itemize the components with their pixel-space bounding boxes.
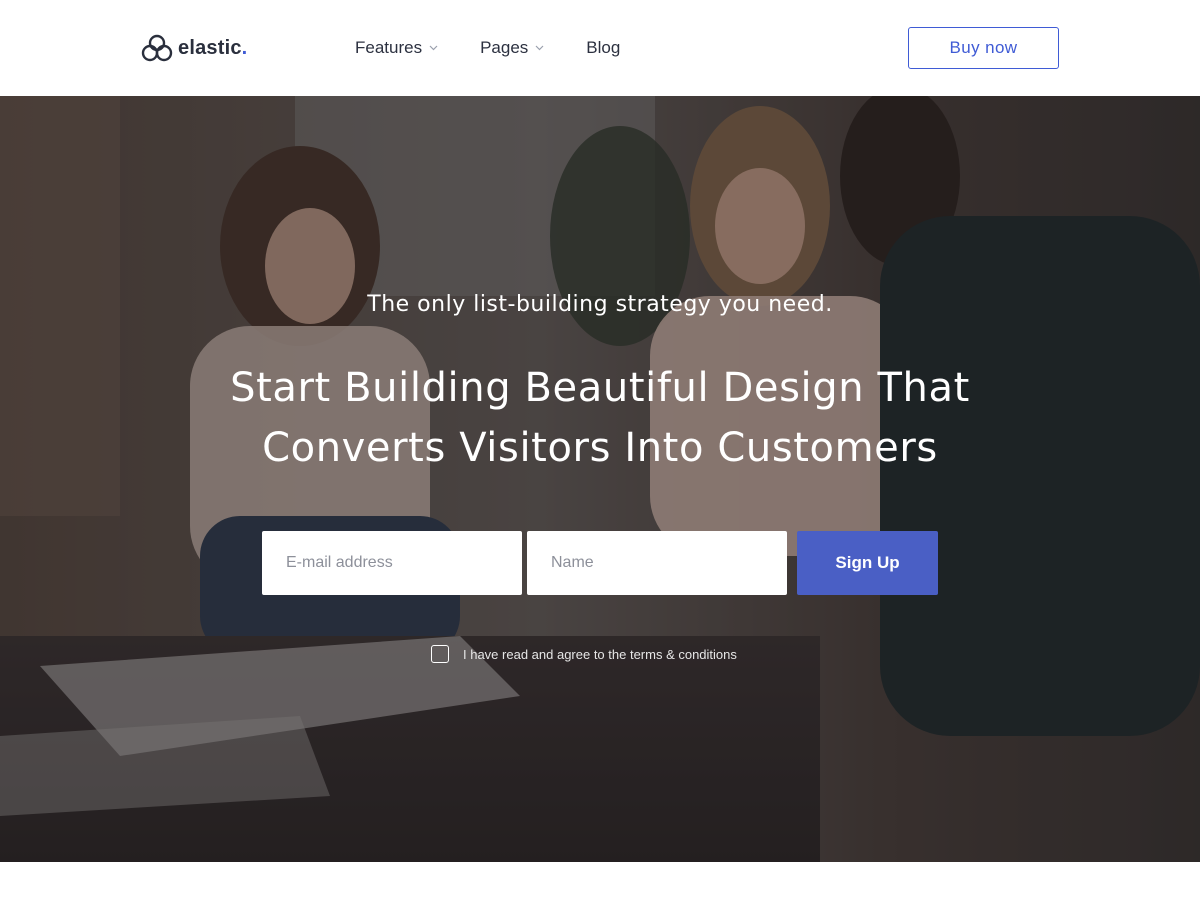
triple-ring-logo-icon xyxy=(141,34,173,62)
brand-logo[interactable]: elastic. xyxy=(141,33,247,63)
hero-dark-overlay xyxy=(0,96,1200,862)
hero-subtitle: The only list-building strategy you need… xyxy=(367,292,833,317)
sign-up-button[interactable]: Sign Up xyxy=(797,531,938,595)
name-input[interactable] xyxy=(527,531,787,595)
nav-item-blog[interactable]: Blog xyxy=(586,38,620,58)
brand-name: elastic. xyxy=(178,36,248,59)
brand-dot: . xyxy=(241,36,248,59)
site-header: elastic. Features Pages Blog Buy now xyxy=(0,0,1200,96)
terms-row: I have read and agree to the terms & con… xyxy=(431,645,737,663)
terms-label[interactable]: I have read and agree to the terms & con… xyxy=(463,647,737,662)
nav-item-label: Pages xyxy=(480,38,529,57)
hero-title-line-1: Start Building Beautiful Design That xyxy=(230,365,970,411)
email-input[interactable] xyxy=(262,531,522,595)
nav-item-pages[interactable]: Pages xyxy=(480,38,544,58)
main-nav: Features Pages Blog xyxy=(355,36,620,60)
terms-checkbox[interactable] xyxy=(431,645,449,663)
chevron-down-icon xyxy=(429,45,438,51)
hero-section: The only list-building strategy you need… xyxy=(0,96,1200,862)
nav-item-label: Features xyxy=(355,38,423,57)
nav-item-label: Blog xyxy=(586,38,621,57)
buy-now-button[interactable]: Buy now xyxy=(908,27,1059,69)
nav-item-features[interactable]: Features xyxy=(355,38,438,58)
hero-title: Start Building Beautiful Design That Con… xyxy=(150,358,1050,478)
chevron-down-icon xyxy=(535,45,544,51)
hero-title-line-2: Converts Visitors Into Customers xyxy=(262,425,938,471)
